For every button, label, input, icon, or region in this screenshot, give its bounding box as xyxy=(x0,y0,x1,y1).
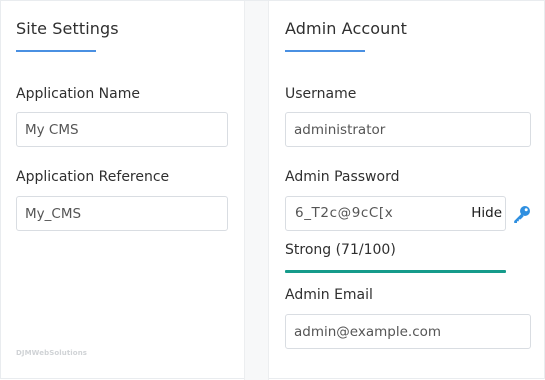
application-name-input[interactable] xyxy=(16,112,228,147)
admin-email-label: Admin Email xyxy=(285,287,373,303)
application-reference-label: Application Reference xyxy=(16,169,170,185)
hide-password-toggle[interactable]: Hide xyxy=(471,205,502,221)
password-strength-text: Strong (71/100) xyxy=(285,242,396,258)
application-reference-input[interactable] xyxy=(16,196,228,231)
password-value: 6_T2c@9cC[x xyxy=(295,205,394,221)
admin-email-input[interactable] xyxy=(285,314,531,349)
application-name-label: Application Name xyxy=(16,86,140,102)
column-divider xyxy=(244,1,269,380)
site-settings-title: Site Settings xyxy=(16,19,119,38)
key-icon[interactable] xyxy=(512,204,532,224)
watermark-text: DJMWebSolutions xyxy=(16,349,88,357)
admin-account-underline xyxy=(285,50,365,52)
site-settings-underline xyxy=(16,50,96,52)
admin-password-label: Admin Password xyxy=(285,169,400,185)
admin-password-input[interactable]: 6_T2c@9cC[x Hide xyxy=(285,196,506,231)
password-strength-bar xyxy=(285,270,506,273)
username-label: Username xyxy=(285,86,357,102)
username-input[interactable] xyxy=(285,112,531,147)
admin-account-title: Admin Account xyxy=(285,19,407,38)
settings-panel: Site Settings Application Name Applicati… xyxy=(0,0,545,380)
